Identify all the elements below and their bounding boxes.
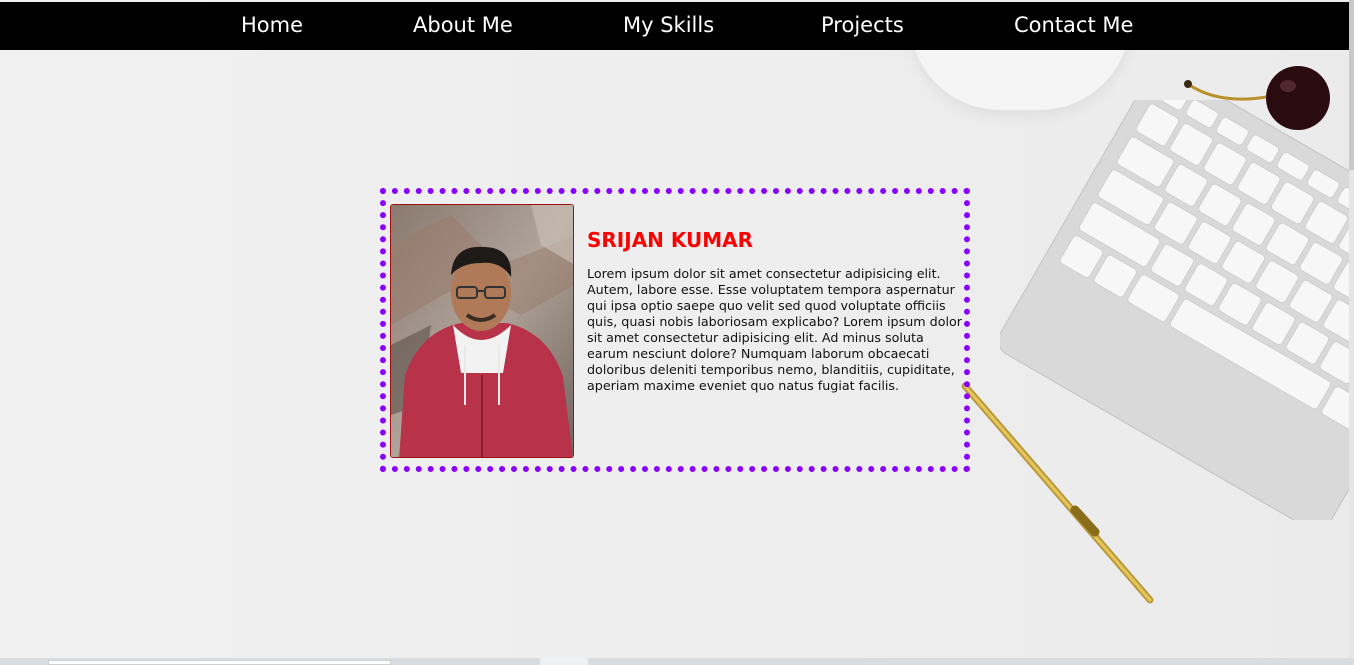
nav-link-about-me[interactable]: About Me: [413, 13, 513, 37]
bottom-strip-segment: [540, 658, 588, 665]
nav-link-home[interactable]: Home: [241, 13, 303, 37]
vertical-scrollbar[interactable]: [1349, 0, 1354, 665]
nav-link-my-skills[interactable]: My Skills: [623, 13, 714, 37]
bottom-strip: [0, 658, 1354, 665]
cherry-decoration: [1184, 66, 1330, 130]
page-background: Home About Me My Skills Projects Contact…: [0, 0, 1349, 658]
bottom-strip-segment: [48, 660, 391, 665]
profile-name: SRIJAN KUMAR: [587, 228, 754, 252]
profile-bio: Lorem ipsum dolor sit amet consectetur a…: [587, 266, 962, 393]
scrollbar-thumb[interactable]: [1349, 0, 1354, 170]
nav-link-contact-me[interactable]: Contact Me: [1014, 13, 1133, 37]
nav-link-projects[interactable]: Projects: [821, 13, 904, 37]
profile-photo: [390, 204, 574, 458]
profile-card: SRIJAN KUMAR Lorem ipsum dolor sit amet …: [380, 188, 970, 472]
top-navigation-bar: Home About Me My Skills Projects Contact…: [0, 2, 1349, 50]
pen-decoration: [961, 382, 1154, 604]
person-portrait-image: [391, 205, 573, 457]
